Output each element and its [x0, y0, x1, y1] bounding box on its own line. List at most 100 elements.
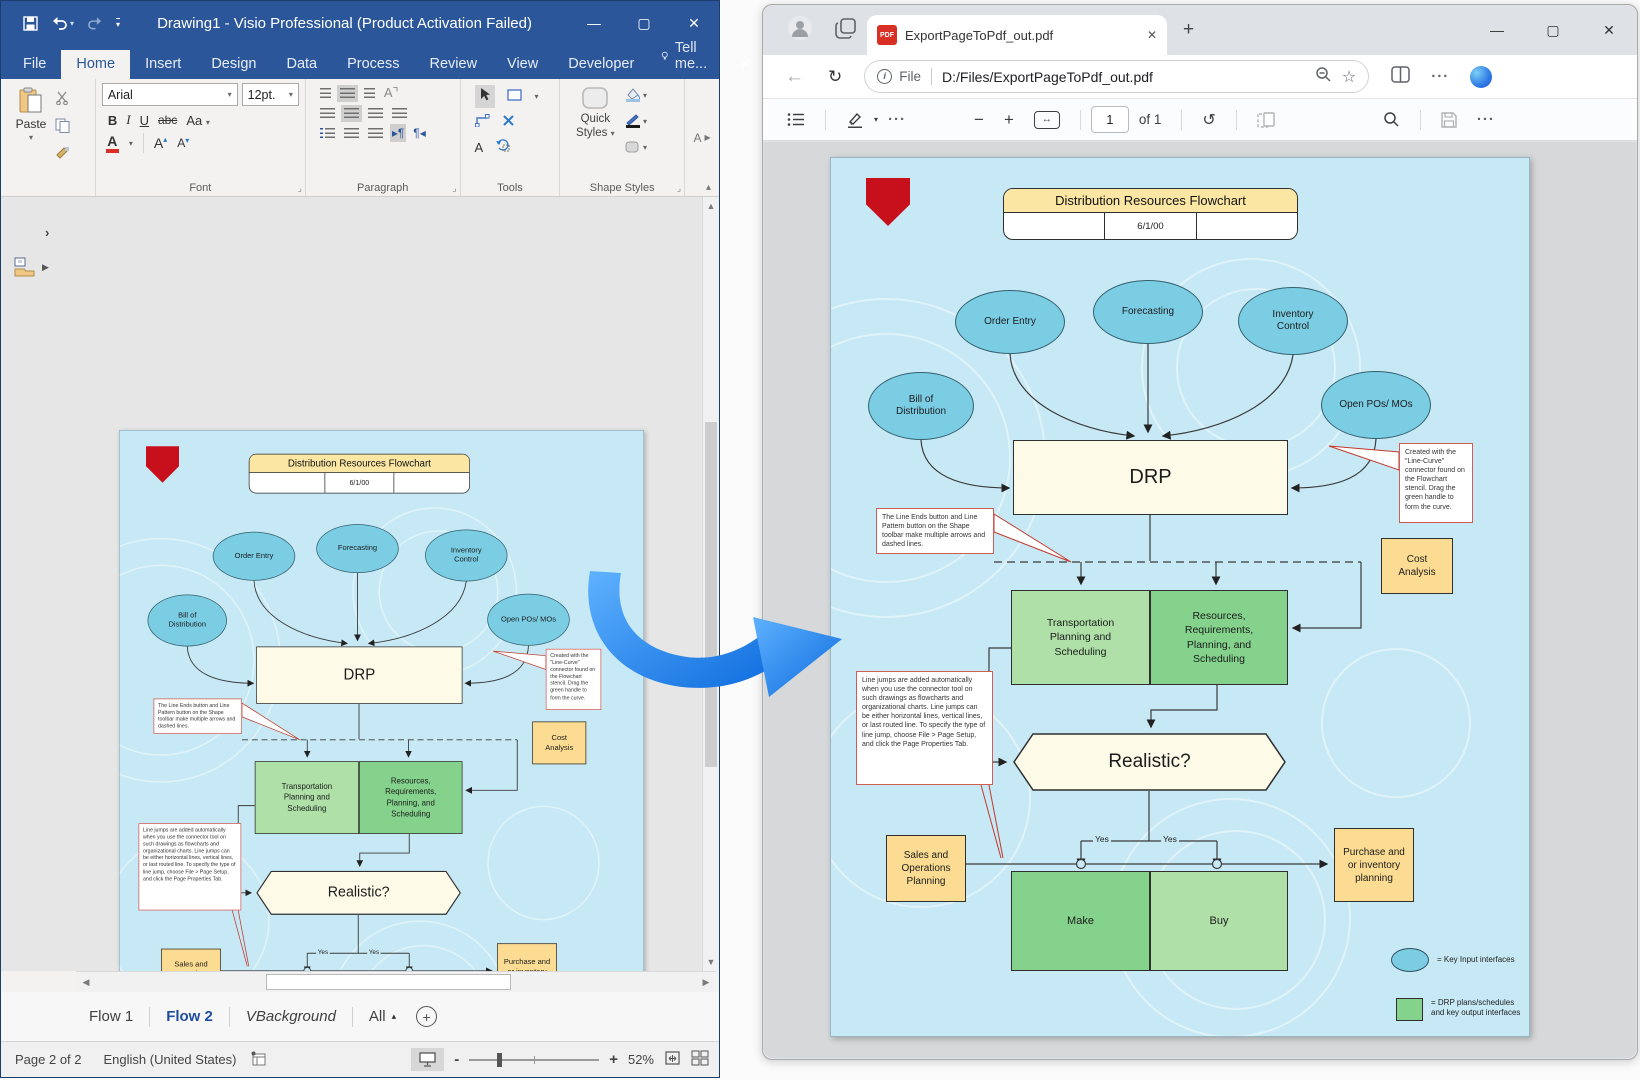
align-top-icon[interactable] — [320, 88, 331, 99]
toc-icon[interactable] — [787, 112, 805, 127]
node-sales-operations[interactable]: Sales and Operations Planning — [161, 949, 221, 971]
zoom-out-button[interactable]: - — [454, 1051, 459, 1068]
cut-icon[interactable] — [55, 91, 70, 110]
underline-button[interactable]: U — [140, 113, 149, 128]
decrease-indent-icon[interactable] — [344, 128, 359, 139]
align-bottom-icon[interactable] — [364, 88, 375, 99]
node-transportation[interactable]: Transportation Planning and Scheduling — [1011, 590, 1150, 685]
fill-color-icon[interactable]: ▾ — [624, 87, 648, 107]
highlighter-icon[interactable] — [846, 112, 864, 128]
tab-developer[interactable]: Developer — [553, 50, 649, 79]
shape-tool-dropdown-icon[interactable]: ▾ — [535, 92, 539, 101]
node-purchase-inventory[interactable]: Purchase and or inventory planning — [497, 943, 557, 971]
tab-view[interactable]: View — [492, 50, 553, 79]
settings-menu-icon[interactable]: ··· — [1431, 68, 1449, 85]
node-drp[interactable]: DRP — [256, 646, 462, 703]
node-resources[interactable]: Resources, Requirements, Planning, and S… — [359, 761, 463, 834]
callout-line-jumps[interactable]: Line jumps are added automatically when … — [139, 823, 242, 910]
pointer-tool-icon[interactable] — [475, 85, 495, 108]
tab-design[interactable]: Design — [196, 50, 271, 79]
presentation-mode-icon[interactable] — [411, 1048, 444, 1071]
status-language[interactable]: English (United States) — [104, 1052, 237, 1067]
node-forecasting[interactable]: Forecasting — [316, 524, 399, 573]
minimize-button[interactable]: — — [1469, 5, 1525, 55]
page-info-icon[interactable]: i — [877, 69, 892, 84]
align-middle-icon[interactable] — [340, 88, 355, 99]
increase-indent-icon[interactable] — [368, 128, 383, 139]
maximize-button[interactable]: ▢ — [1525, 5, 1581, 55]
line-color-icon[interactable]: ▾ — [624, 114, 648, 133]
tab-home[interactable]: Home — [61, 50, 130, 79]
quick-styles-button[interactable]: Quick Styles ▾ — [566, 85, 624, 178]
grow-font-button[interactable]: A▴ — [154, 135, 167, 151]
node-order-entry[interactable]: Order Entry — [955, 290, 1065, 354]
stencil-panel-icon[interactable]: ▶ — [14, 257, 49, 277]
switch-windows-icon[interactable] — [691, 1050, 709, 1069]
italic-button[interactable]: I — [126, 112, 130, 128]
node-realistic[interactable]: Realistic? — [1013, 733, 1286, 791]
node-purchase-inventory[interactable]: Purchase and or inventory planning — [1334, 828, 1414, 902]
macro-record-icon[interactable] — [250, 1051, 266, 1069]
node-realistic[interactable]: Realistic? — [256, 871, 461, 915]
scroll-up-icon[interactable]: ▲ — [703, 201, 719, 211]
rtl-text-icon[interactable]: ¶◂ — [413, 126, 425, 140]
node-transportation[interactable]: Transportation Planning and Scheduling — [255, 761, 359, 834]
visio-drawing-page-host[interactable]: Distribution Resources Flowchart 6/1/00 … — [119, 430, 646, 971]
zoom-indicator-icon[interactable] — [1315, 66, 1332, 88]
scroll-right-icon[interactable]: ▶ — [696, 977, 716, 988]
add-page-button[interactable]: + — [416, 1006, 437, 1027]
address-url[interactable]: D:/Files/ExportPageToPdf_out.pdf — [942, 69, 1315, 85]
tab-close-icon[interactable]: ✕ — [1147, 28, 1157, 42]
status-page-indicator[interactable]: Page 2 of 2 — [15, 1052, 82, 1067]
tab-insert[interactable]: Insert — [130, 50, 196, 79]
tab-process[interactable]: Process — [332, 50, 414, 79]
copilot-icon[interactable] — [1470, 66, 1492, 88]
node-drp[interactable]: DRP — [1013, 440, 1288, 515]
node-cost-analysis[interactable]: Cost Analysis — [532, 721, 586, 764]
node-inventory-control[interactable]: Inventory Control — [425, 529, 508, 581]
ribbon-overflow[interactable]: A ▶ — [685, 79, 719, 196]
font-name-combo[interactable]: Arial ▾ — [102, 83, 238, 106]
title-banner[interactable]: Distribution Resources Flowchart 6/1/00 — [1003, 188, 1298, 240]
refresh-icon[interactable]: ↻ — [828, 67, 842, 87]
node-forecasting[interactable]: Forecasting — [1093, 280, 1203, 344]
pdf-more-icon[interactable]: ··· — [1477, 111, 1495, 128]
ribbon-collapse-icon[interactable]: ▴ — [706, 182, 711, 193]
back-icon[interactable]: ← — [785, 66, 804, 88]
vertical-scroll-thumb[interactable] — [705, 422, 717, 767]
justify-icon[interactable] — [392, 108, 407, 119]
copy-icon[interactable] — [55, 118, 70, 138]
align-center-icon[interactable] — [344, 108, 359, 119]
pdf-zoom-in-icon[interactable]: + — [1004, 110, 1014, 130]
node-buy[interactable]: Buy — [1150, 871, 1288, 971]
effects-icon[interactable]: ▾ — [624, 140, 648, 159]
node-cost-analysis[interactable]: Cost Analysis — [1381, 538, 1453, 594]
align-left-icon[interactable] — [320, 108, 335, 119]
zoom-in-button[interactable]: + — [609, 1051, 618, 1068]
highlighter-dropdown-icon[interactable]: ▾ — [874, 115, 878, 124]
node-bill-of-distribution[interactable]: Bill of Distribution — [148, 594, 228, 646]
undo-icon[interactable]: ▾ — [51, 16, 74, 30]
tell-me-box[interactable]: Tell me... — [649, 34, 723, 79]
callout-line-jumps[interactable]: Line jumps are added automatically when … — [856, 671, 993, 785]
zoom-slider-thumb[interactable] — [497, 1053, 502, 1067]
new-tab-button[interactable]: + — [1183, 19, 1194, 41]
minimize-button[interactable]: — — [569, 1, 619, 45]
favorite-star-icon[interactable]: ☆ — [1342, 67, 1356, 87]
rotate-icon[interactable]: ↺ — [1202, 110, 1215, 130]
close-button[interactable]: ✕ — [1581, 5, 1637, 55]
font-color-dropdown-icon[interactable]: ▾ — [129, 139, 133, 148]
address-bar[interactable]: i File D:/Files/ExportPageToPdf_out.pdf … — [864, 60, 1369, 93]
page-number-input[interactable]: 1 — [1091, 106, 1129, 133]
zoom-percent[interactable]: 52% — [628, 1052, 654, 1067]
fit-to-width-icon[interactable]: ↔ — [1034, 111, 1060, 129]
scroll-left-icon[interactable]: ◀ — [76, 977, 96, 988]
node-inventory-control[interactable]: Inventory Control — [1238, 287, 1348, 355]
callout-line-curve[interactable]: Created with the "Line-Curve" connector … — [1399, 443, 1473, 523]
save-icon[interactable] — [23, 16, 38, 31]
horizontal-scrollbar[interactable]: ◀ ▶ — [76, 971, 716, 992]
pdf-zoom-out-icon[interactable]: − — [974, 110, 984, 130]
horizontal-scroll-thumb[interactable] — [266, 974, 511, 990]
node-open-pos-mos[interactable]: Open POs/ MOs — [1321, 371, 1431, 439]
redo-icon[interactable] — [87, 16, 103, 30]
